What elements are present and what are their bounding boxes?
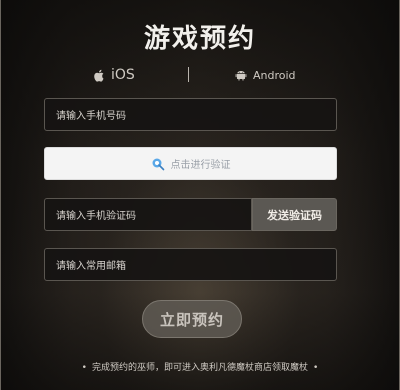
captcha-verify-button[interactable]: 点击进行验证 <box>44 147 337 180</box>
sms-code-placeholder: 请输入手机验证码 <box>56 211 136 222</box>
platform-divider <box>188 67 189 82</box>
phone-number-input[interactable]: 请输入手机号码 <box>44 98 337 131</box>
footer-bullet-left: • <box>81 363 87 373</box>
footer-note: • 完成预约的巫师，即可进入奥利凡德魔杖商店领取魔杖 • <box>0 360 400 373</box>
platform-android-option[interactable]: Android <box>235 64 296 86</box>
apple-icon <box>94 69 104 82</box>
platform-ios-option[interactable]: iOS <box>94 64 135 86</box>
sms-code-input[interactable]: 请输入手机验证码 <box>44 198 252 231</box>
email-placeholder: 请输入常用邮箱 <box>56 261 126 272</box>
footer-bullet-right: • <box>313 363 319 373</box>
phone-number-placeholder: 请输入手机号码 <box>56 111 126 122</box>
platform-android-label: Android <box>253 68 296 82</box>
platform-ios-label: iOS <box>111 67 135 83</box>
footer-note-text: 完成预约的巫师，即可进入奥利凡德魔杖商店领取魔杖 <box>91 363 308 373</box>
captcha-verify-label: 点击进行验证 <box>170 160 231 171</box>
android-icon <box>235 71 247 81</box>
send-code-button[interactable]: 发送验证码 <box>252 198 337 231</box>
platform-switcher: iOS Android <box>0 64 400 86</box>
reserve-now-button[interactable]: 立即预约 <box>142 300 242 338</box>
email-input[interactable]: 请输入常用邮箱 <box>44 248 337 281</box>
captcha-icon <box>152 158 164 170</box>
page-title: 游戏预约 <box>143 24 256 54</box>
